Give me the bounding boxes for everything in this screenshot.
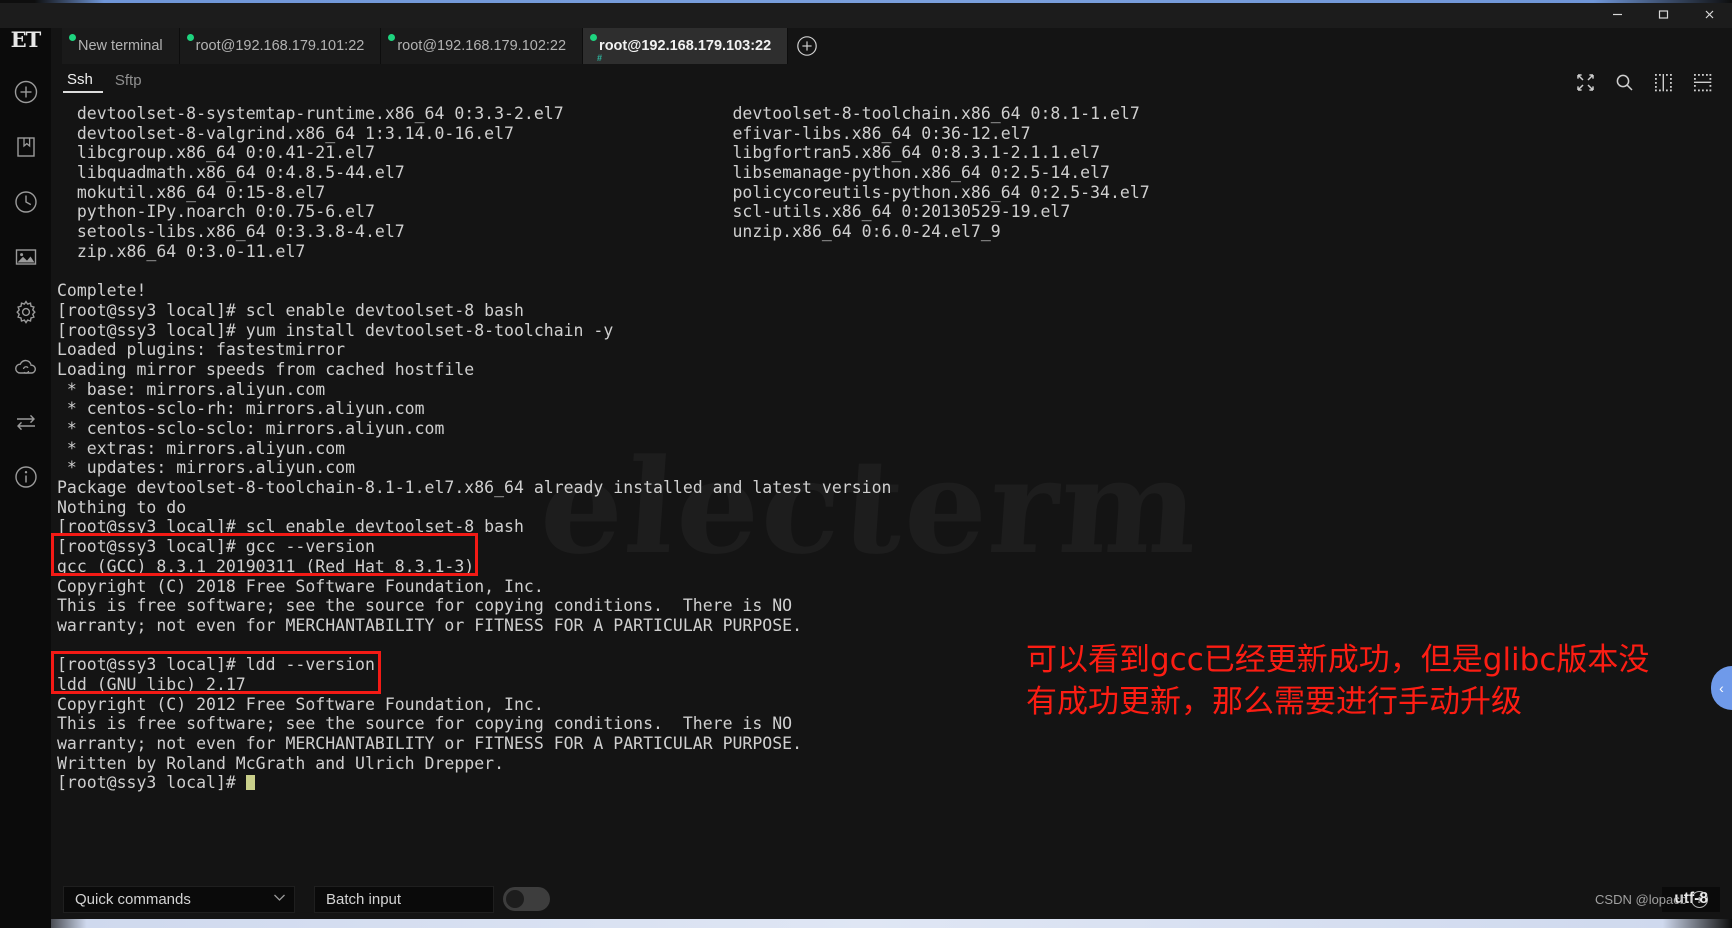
- transfer-icon[interactable]: [0, 394, 51, 449]
- terminal-line: * base: mirrors.aliyun.com: [57, 379, 326, 399]
- tab-label: root@192.168.179.102:22: [397, 38, 567, 54]
- quick-commands-label: Quick commands: [75, 890, 191, 908]
- batch-input-toggle[interactable]: [503, 887, 550, 911]
- bottom-toolbar: Quick commands Batch input utf-8 CSDN @l…: [51, 880, 1732, 918]
- terminal-line: * centos-sclo-rh: mirrors.aliyun.com: [57, 399, 425, 419]
- batch-input-label: Batch input: [326, 890, 402, 908]
- terminal-line: zip.x86_64 0:3.0-11.el7: [57, 241, 306, 261]
- annotation-text: 可以看到gcc已经更新成功，但是glibc版本没 有成功更新，那么需要进行手动升…: [1026, 639, 1666, 723]
- terminal-line: Nothing to do: [57, 497, 187, 517]
- terminal-line: [root@ssy3 local]# scl enable devtoolset…: [57, 517, 524, 537]
- left-sidebar: ET: [0, 0, 51, 928]
- chevron-down-icon: [273, 893, 286, 905]
- new-tab-button[interactable]: [788, 28, 826, 64]
- csdn-badge-icon: i: [1691, 890, 1708, 908]
- terminal-line: Complete!: [57, 281, 147, 301]
- terminal-line: devtoolset-8-valgrind.x86_64 1:3.14.0-16…: [57, 123, 1031, 143]
- csdn-watermark-text: CSDN @lopacb: [1595, 891, 1687, 907]
- quick-commands-select[interactable]: Quick commands: [63, 885, 295, 913]
- terminal-line: warranty; not even for MERCHANTABILITY o…: [57, 615, 803, 635]
- status-area: utf-8 CSDN @lopacb i: [1595, 886, 1732, 912]
- bookmark-icon[interactable]: [0, 119, 51, 174]
- session-toolbar: Ssh Sftp: [51, 64, 1732, 100]
- split-horizontal-icon[interactable]: [1693, 73, 1712, 92]
- terminal-line: [root@ssy3 local]# gcc --version: [57, 537, 375, 557]
- settings-gear-icon[interactable]: [0, 284, 51, 339]
- tab-host-102[interactable]: root@192.168.179.102:22: [381, 28, 584, 64]
- terminal-line: [root@ssy3 local]# scl enable devtoolset…: [57, 300, 524, 320]
- minimize-button[interactable]: [1594, 0, 1640, 28]
- terminal-line: * updates: mirrors.aliyun.com: [57, 458, 356, 478]
- terminal-line: Loaded plugins: fastestmirror: [57, 340, 346, 360]
- add-connection-icon[interactable]: [0, 64, 51, 119]
- terminal-cursor: [245, 775, 255, 791]
- split-vertical-icon[interactable]: [1654, 73, 1673, 92]
- window-accent-strip: [0, 0, 1732, 3]
- terminal-line: setools-libs.x86_64 0:3.3.8-4.el7 unzip.…: [57, 222, 1001, 242]
- tab-host-103[interactable]: root@192.168.179.103:22 #: [583, 28, 789, 64]
- tab-status-dot: [186, 34, 194, 41]
- terminal-line: Loading mirror speeds from cached hostfi…: [57, 359, 475, 379]
- tab-status-dot: [590, 34, 598, 41]
- cloud-sync-icon[interactable]: [0, 339, 51, 394]
- electerm-window: ET New terminal root@192.168.179.101:22 …: [0, 0, 1732, 928]
- tab-ssh[interactable]: Ssh: [63, 71, 103, 93]
- info-icon[interactable]: [0, 449, 51, 504]
- terminal-line: mokutil.x86_64 0:15-8.el7 policycoreutil…: [57, 182, 1150, 202]
- maximize-button[interactable]: [1640, 0, 1686, 28]
- terminal-line: warranty; not even for MERCHANTABILITY o…: [57, 734, 803, 753]
- image-icon[interactable]: [0, 229, 51, 284]
- window-bottom-edge: [0, 919, 1732, 928]
- terminal-line: Copyright (C) 2018 Free Software Foundat…: [57, 576, 544, 596]
- title-bar: [0, 0, 1732, 28]
- tab-label: New terminal: [78, 38, 163, 54]
- terminal-line: * centos-sclo-sclo: mirrors.aliyun.com: [57, 419, 445, 438]
- terminal-line: Written by Roland McGrath and Ulrich Dre…: [57, 753, 505, 773]
- tab-label: root@192.168.179.103:22: [599, 38, 772, 54]
- terminal-line: libcgroup.x86_64 0:0.41-21.el7 libgfortr…: [57, 143, 1101, 163]
- toggle-knob: [506, 890, 524, 908]
- csdn-watermark: CSDN @lopacb i: [1595, 890, 1708, 908]
- terminal-line: [root@ssy3 local]# yum install devtoolse…: [57, 320, 614, 340]
- tab-sftp[interactable]: Sftp: [111, 72, 152, 92]
- terminal-line: Package devtoolset-8-toolchain-8.1-1.el7…: [57, 478, 892, 498]
- batch-input-field[interactable]: Batch input: [314, 885, 494, 913]
- terminal-output[interactable]: electerm devtoolset-8-systemtap-runtime.…: [51, 100, 1732, 890]
- fullscreen-icon[interactable]: [1576, 73, 1595, 92]
- tab-host-101[interactable]: root@192.168.179.101:22: [179, 28, 382, 64]
- annotation-line-1: 可以看到gcc已经更新成功，但是glibc版本没: [1026, 642, 1650, 678]
- terminal-line: python-IPy.noarch 0:0.75-6.el7 scl-utils…: [57, 202, 1071, 222]
- annotation-line-2: 有成功更新，那么需要进行手动升级: [1026, 684, 1522, 720]
- tab-hash-marker: #: [597, 53, 603, 63]
- terminal-line: * extras: mirrors.aliyun.com: [57, 438, 346, 458]
- tab-status-dot: [69, 34, 76, 41]
- terminal-line: devtoolset-8-systemtap-runtime.x86_64 0:…: [57, 104, 1140, 123]
- tab-status-dot: [388, 34, 396, 41]
- history-clock-icon[interactable]: [0, 174, 51, 229]
- terminal-line: gcc (GCC) 8.3.1 20190311 (Red Hat 8.3.1-…: [57, 556, 475, 576]
- tab-new-terminal[interactable]: New terminal: [62, 28, 180, 64]
- terminal-tab-bar: New terminal root@192.168.179.101:22 roo…: [51, 28, 1732, 64]
- search-icon[interactable]: [1615, 73, 1634, 92]
- terminal-line: This is free software; see the source fo…: [57, 596, 793, 616]
- close-button[interactable]: [1686, 0, 1732, 28]
- terminal-line: libquadmath.x86_64 0:4.8.5-44.el7 libsem…: [57, 163, 1110, 183]
- tab-label: root@192.168.179.101:22: [195, 38, 365, 54]
- terminal-line: [root@ssy3 local]#: [57, 773, 1732, 793]
- session-toolbar-actions: [1576, 73, 1732, 92]
